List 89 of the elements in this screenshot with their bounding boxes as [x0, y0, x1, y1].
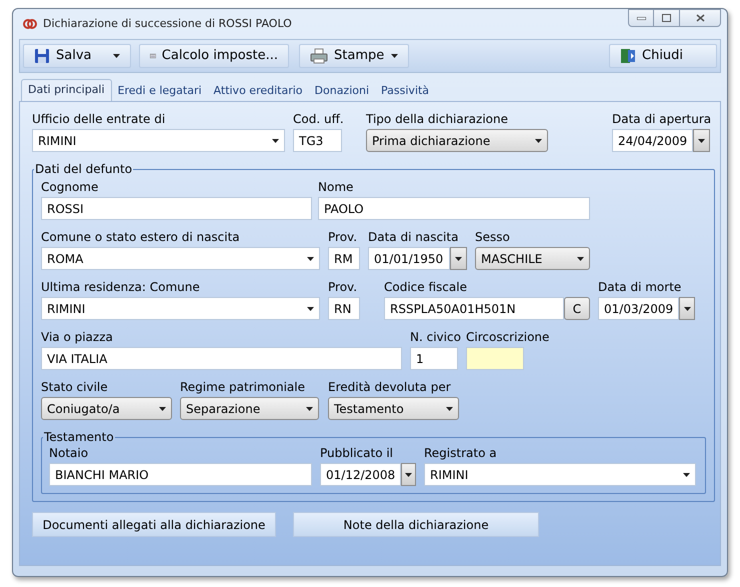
toolbar-button[interactable]: Calcolo imposte...	[139, 44, 289, 68]
calendar-button[interactable]	[450, 247, 467, 270]
caret-icon	[113, 54, 120, 58]
maximize-button[interactable]	[654, 9, 679, 27]
field-label: Cognome	[41, 180, 100, 195]
date-field[interactable]: 01/12/2008	[320, 463, 402, 486]
dropdown[interactable]: Testamento	[328, 397, 459, 420]
caret-icon	[306, 406, 313, 410]
calendar-button[interactable]	[693, 129, 710, 152]
door-icon	[620, 48, 636, 64]
calendar-button[interactable]	[401, 463, 416, 486]
caret-icon	[391, 54, 398, 58]
action-button[interactable]: Note della dichiarazione	[293, 512, 539, 537]
dropdown[interactable]: RIMINI	[41, 297, 320, 320]
close-button[interactable]	[679, 9, 721, 27]
field-label: Data di nascita	[368, 230, 460, 245]
field-label: Registrato a	[424, 446, 498, 461]
minimize-icon	[636, 16, 646, 20]
caret-icon	[683, 472, 690, 476]
caret-icon	[577, 256, 584, 260]
field-label: Ultima residenza: Comune	[41, 280, 201, 295]
date-field[interactable]: 24/04/2009	[612, 129, 694, 152]
toolbar-button[interactable]: Stampe	[299, 44, 409, 68]
text-field[interactable]: RN	[328, 297, 360, 320]
printer-icon	[310, 48, 328, 64]
tab[interactable]: Dati principali	[21, 79, 112, 101]
field-label: Via o piazza	[41, 330, 114, 345]
group-title: Testamento	[43, 429, 115, 446]
toolbar-button[interactable]: Salva	[23, 44, 131, 68]
text-field[interactable]: TG3	[293, 129, 342, 152]
caret-icon	[159, 406, 166, 410]
dropdown[interactable]: MASCHILE	[475, 247, 590, 270]
tab[interactable]: Eredi e legatari	[112, 81, 208, 101]
field-label: Prov.	[328, 280, 358, 295]
text-field[interactable]: 1	[410, 347, 458, 370]
date-field[interactable]: 01/01/1950	[368, 247, 450, 270]
text-field[interactable]: RSSPLA50A01H501N	[384, 297, 564, 320]
text-field[interactable]: BIANCHI MARIO	[49, 463, 312, 486]
caret-icon	[446, 406, 453, 410]
field-label: Tipo della dichiarazione	[366, 112, 509, 127]
app-icon	[23, 17, 37, 31]
text-field[interactable]: RM	[328, 247, 360, 270]
field-label: Data di morte	[598, 280, 682, 295]
field-label: N. civico	[410, 330, 458, 345]
compute-button[interactable]: C	[564, 297, 590, 320]
dropdown[interactable]: RIMINI	[424, 463, 696, 486]
caret-icon	[684, 306, 691, 310]
dropdown[interactable]: RIMINI	[32, 129, 285, 152]
field-label: Nome	[318, 180, 354, 195]
toolbar-button[interactable]: Chiudi	[609, 44, 717, 68]
field-label: Ufficio delle entrate di	[32, 112, 166, 127]
tab[interactable]: Passività	[375, 81, 436, 101]
dropdown[interactable]: Separazione	[180, 397, 319, 420]
field-label: Data di apertura	[612, 112, 710, 127]
field-label: Circoscrizione	[466, 330, 550, 345]
field-label: Pubblicato il	[320, 446, 394, 461]
caret-icon	[272, 138, 279, 142]
dropdown[interactable]: Prima dichiarazione	[366, 129, 548, 152]
caret-icon	[307, 256, 314, 260]
caret-icon	[455, 256, 462, 260]
field-label: Stato civile	[41, 380, 109, 395]
window-title: Dichiarazione di successione di ROSSI PAOLO	[43, 16, 293, 32]
field-label: Comune o stato estero di nascita	[41, 230, 241, 245]
field-label: Prov.	[328, 230, 358, 245]
tab[interactable]: Donazioni	[308, 81, 376, 101]
field-label: Sesso	[475, 230, 511, 245]
text-field[interactable]: ROSSI	[41, 197, 312, 220]
dropdown[interactable]: Coniugato/a	[41, 397, 172, 420]
caret-icon	[405, 472, 412, 476]
caret-icon	[535, 138, 542, 142]
caret-icon	[307, 306, 314, 310]
caret-icon	[698, 138, 706, 142]
minimize-button[interactable]	[628, 9, 654, 27]
text-field[interactable]: PAOLO	[318, 197, 590, 220]
dropdown[interactable]: ROMA	[41, 247, 320, 270]
close-icon	[696, 14, 704, 22]
action-button[interactable]: Documenti allegati alla dichiarazione	[32, 512, 276, 537]
text-field[interactable]: VIA ITALIA	[41, 347, 402, 370]
field-label: Notaio	[49, 446, 90, 461]
date-field[interactable]: 01/03/2009	[598, 297, 680, 320]
group-title: Dati del defunto	[34, 161, 134, 178]
field-label: Regime patrimoniale	[180, 380, 306, 395]
maximize-icon	[662, 14, 671, 22]
field-label: Codice fiscale	[384, 280, 468, 295]
field-label: Eredità devoluta per	[328, 380, 452, 395]
tab[interactable]: Attivo ereditario	[208, 81, 309, 101]
field-label: Cod. uff.	[293, 112, 342, 127]
calendar-button[interactable]	[679, 297, 695, 320]
text-field[interactable]	[466, 347, 524, 370]
